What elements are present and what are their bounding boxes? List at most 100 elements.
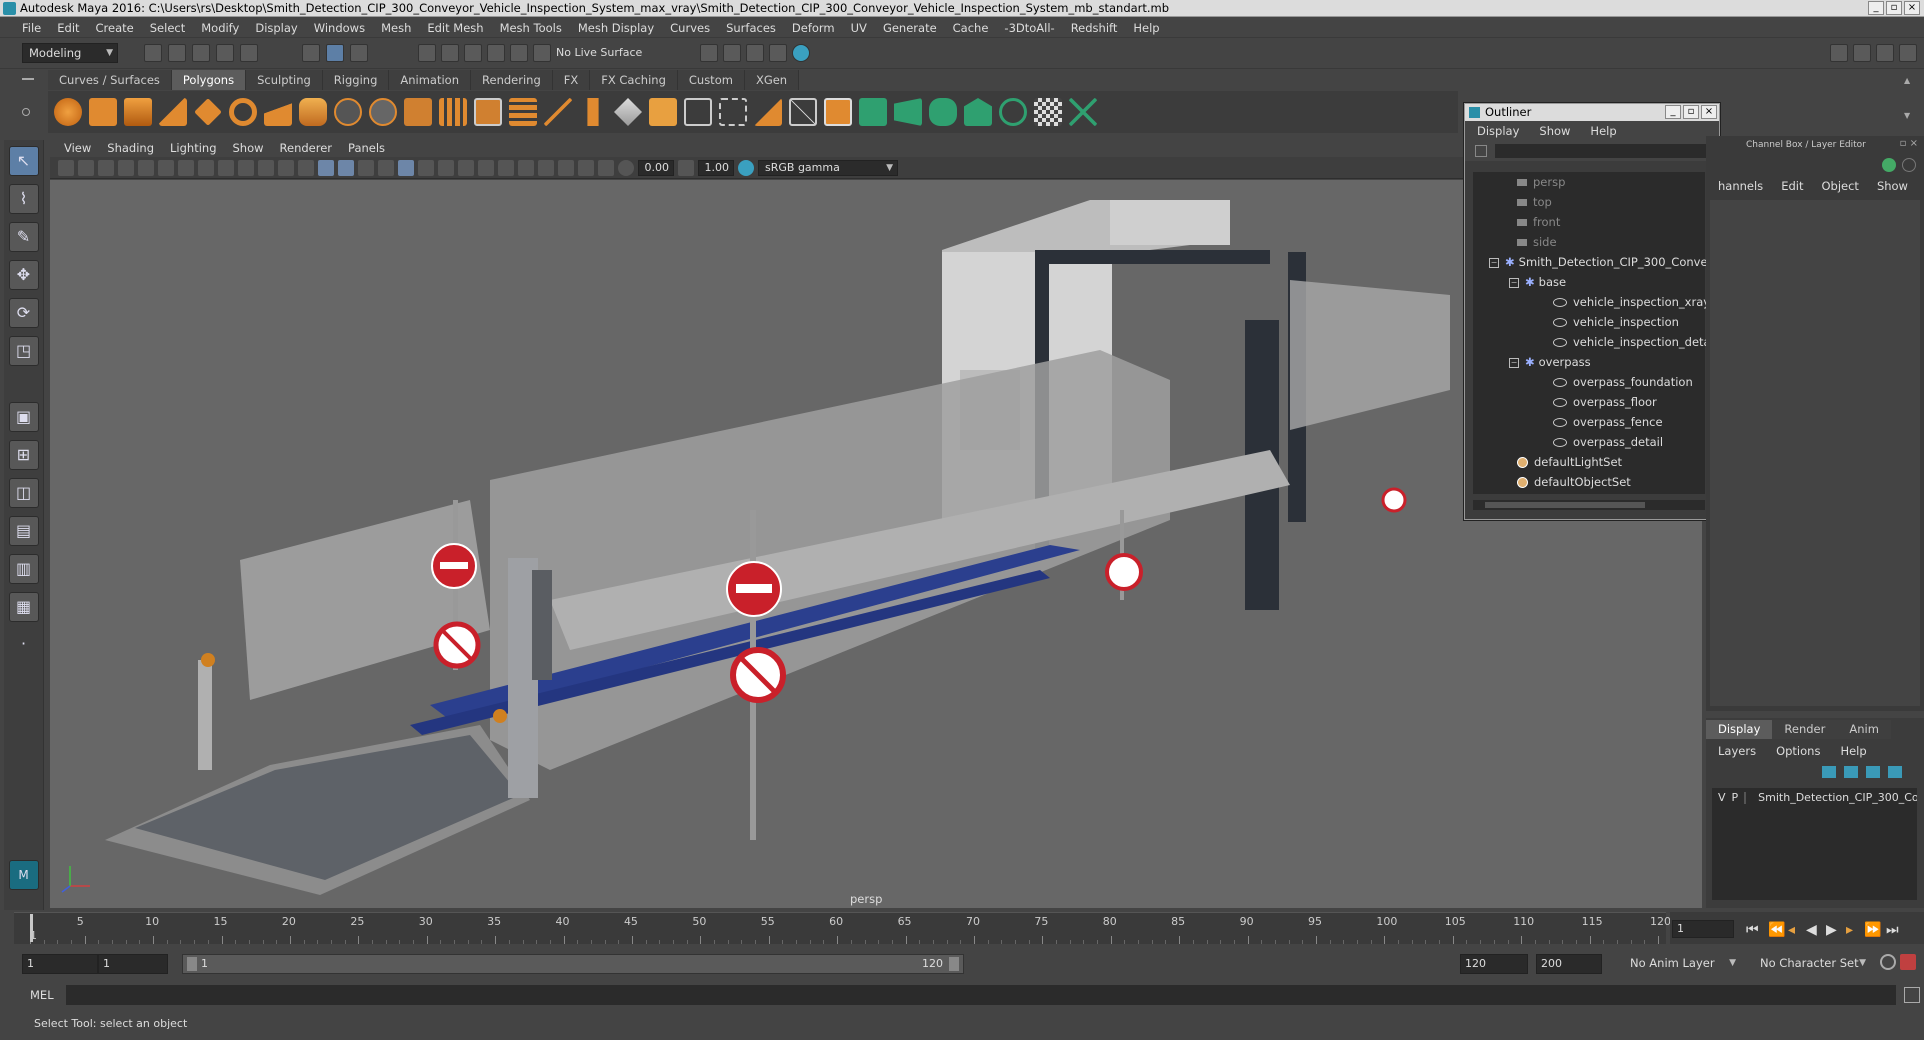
select-hierarchy-icon[interactable] <box>302 44 320 62</box>
current-frame-field[interactable]: 1 <box>1672 920 1734 938</box>
rotate-tool-icon[interactable]: ⟳ <box>8 298 39 328</box>
ipr-render-icon[interactable] <box>746 44 764 62</box>
separate-icon[interactable] <box>369 98 397 126</box>
four-view-layout-icon[interactable]: ⊞ <box>8 440 39 470</box>
tab-polygons[interactable]: Polygons <box>171 70 247 90</box>
menu-modify[interactable]: Modify <box>193 21 247 35</box>
tab-curves-surfaces[interactable]: Curves / Surfaces <box>48 70 172 90</box>
menu-uv[interactable]: UV <box>843 21 875 35</box>
gamma-icon[interactable] <box>678 159 694 176</box>
tab-anim-layers[interactable]: Anim <box>1837 720 1891 739</box>
wireframe-icon[interactable] <box>318 159 334 176</box>
menu-edit[interactable]: Edit <box>49 21 87 35</box>
menu-edit-mesh[interactable]: Edit Mesh <box>419 21 491 35</box>
tool-settings-icon[interactable] <box>1876 44 1894 62</box>
uv-cut-sew-icon[interactable] <box>1069 98 1097 126</box>
viewport-menu-view[interactable]: View <box>56 141 99 155</box>
safe-title-icon[interactable] <box>298 159 314 176</box>
smooth-icon[interactable] <box>439 98 467 126</box>
outliner-menu-help[interactable]: Help <box>1590 124 1624 138</box>
layer-visibility-toggle[interactable]: V <box>1718 788 1726 808</box>
poly-cone-icon[interactable] <box>159 98 187 126</box>
tab-rendering[interactable]: Rendering <box>471 70 553 90</box>
xray-components-icon[interactable] <box>598 159 614 176</box>
outliner-item-vehicle-inspection-xray[interactable]: vehicle_inspection_xray <box>1473 292 1710 312</box>
uv-cylindrical-icon[interactable] <box>894 98 922 126</box>
select-camera-icon[interactable] <box>58 159 74 176</box>
persp-outliner-layout-icon[interactable]: ◫ <box>8 478 39 508</box>
layer-playback-toggle[interactable]: P <box>1732 788 1739 808</box>
close-button[interactable]: × <box>1904 1 1920 15</box>
combine-icon[interactable] <box>334 98 362 126</box>
grease-pencil-icon[interactable] <box>158 159 174 176</box>
move-tool-icon[interactable]: ✥ <box>8 260 39 290</box>
extrude-icon[interactable] <box>587 98 599 126</box>
step-forward-key-icon[interactable]: ⏩ <box>1864 922 1881 938</box>
poly-pipe-icon[interactable] <box>299 98 327 126</box>
new-layer-selected-icon[interactable] <box>1888 766 1902 778</box>
new-empty-layer-icon[interactable] <box>1866 766 1880 778</box>
outliner-minimize-button[interactable]: _ <box>1665 105 1681 119</box>
collapse-icon[interactable]: − <box>1509 357 1519 368</box>
live-surface-label[interactable]: No Live Surface <box>556 46 642 59</box>
channel-box-float-close[interactable]: ▫ × <box>1900 138 1918 149</box>
range-slider[interactable]: 1 120 <box>182 954 964 974</box>
motion-blur-icon[interactable] <box>478 159 494 176</box>
smooth-shade-icon[interactable] <box>338 159 354 176</box>
menu-display[interactable]: Display <box>247 21 305 35</box>
image-plane-icon[interactable] <box>118 159 134 176</box>
resolution-gate-icon[interactable] <box>218 159 234 176</box>
go-to-end-icon[interactable]: ⏭ <box>1886 922 1899 938</box>
menu-select[interactable]: Select <box>142 21 193 35</box>
tab-animation[interactable]: Animation <box>389 70 472 90</box>
isolate-select-icon[interactable] <box>538 159 554 176</box>
channel-menu-show[interactable]: Show <box>1877 179 1908 193</box>
multisample-aa-icon[interactable] <box>498 159 514 176</box>
character-set-dropdown[interactable]: No Character Set <box>1754 954 1870 974</box>
menu-deform[interactable]: Deform <box>784 21 843 35</box>
outliner-item-side[interactable]: side <box>1473 232 1705 252</box>
poly-pyramid-icon[interactable] <box>264 98 292 126</box>
shelf-settings-icon[interactable] <box>22 108 30 116</box>
render-settings-icon[interactable] <box>769 44 787 62</box>
screen-space-ao-icon[interactable] <box>458 159 474 176</box>
menu-surfaces[interactable]: Surfaces <box>718 21 784 35</box>
outliner-item-top[interactable]: top <box>1473 192 1705 212</box>
snap-vertex-icon[interactable] <box>533 44 551 62</box>
tab-fx[interactable]: FX <box>552 70 591 90</box>
hypershade-icon[interactable] <box>792 44 810 62</box>
persp-hypershade-layout-icon[interactable]: ▥ <box>8 554 39 584</box>
select-component-icon[interactable] <box>350 44 368 62</box>
color-space-dropdown[interactable]: sRGB gamma <box>758 159 898 176</box>
outliner-item-overpass[interactable]: − ✱ overpass <box>1473 352 1705 372</box>
uv-checker-icon[interactable] <box>1034 98 1062 126</box>
append-polygon-icon[interactable] <box>754 98 782 126</box>
menu-help[interactable]: Help <box>1125 21 1167 35</box>
outliner-menu-show[interactable]: Show <box>1539 124 1578 138</box>
layer-menu-layers[interactable]: Layers <box>1718 744 1756 758</box>
snap-point-icon[interactable] <box>464 44 482 62</box>
tab-sculpting[interactable]: Sculpting <box>246 70 323 90</box>
playback-end-field[interactable]: 120 <box>1460 954 1528 974</box>
gamma-field[interactable]: 1.00 <box>698 159 734 176</box>
play-forwards-icon[interactable]: ▶ <box>1826 922 1837 938</box>
paint-select-tool-icon[interactable]: ✎ <box>8 222 39 252</box>
outliner-item-overpass-fence[interactable]: overpass_fence <box>1473 412 1705 432</box>
multi-cut-icon[interactable] <box>544 98 572 126</box>
move-layer-down-icon[interactable] <box>1844 766 1858 778</box>
snap-view-icon[interactable] <box>487 44 505 62</box>
collapse-icon[interactable]: − <box>1509 277 1519 288</box>
poly-cylinder-icon[interactable] <box>124 98 152 126</box>
step-forward-frame-icon[interactable]: ▸ <box>1846 922 1853 938</box>
step-back-key-icon[interactable]: ⏪ <box>1768 922 1785 938</box>
menu-create[interactable]: Create <box>88 21 142 35</box>
render-view-icon[interactable] <box>700 44 718 62</box>
restore-button[interactable]: ▫ <box>1886 1 1902 15</box>
scroll-down-icon[interactable]: ▼ <box>1904 111 1918 120</box>
tab-xgen[interactable]: XGen <box>744 70 800 90</box>
poly-torus-icon[interactable] <box>229 98 257 126</box>
range-start-handle[interactable] <box>187 957 197 971</box>
layer-display-type-toggle[interactable] <box>1744 792 1747 804</box>
new-scene-icon[interactable] <box>144 44 162 62</box>
playback-start-field[interactable]: 1 <box>98 954 168 974</box>
